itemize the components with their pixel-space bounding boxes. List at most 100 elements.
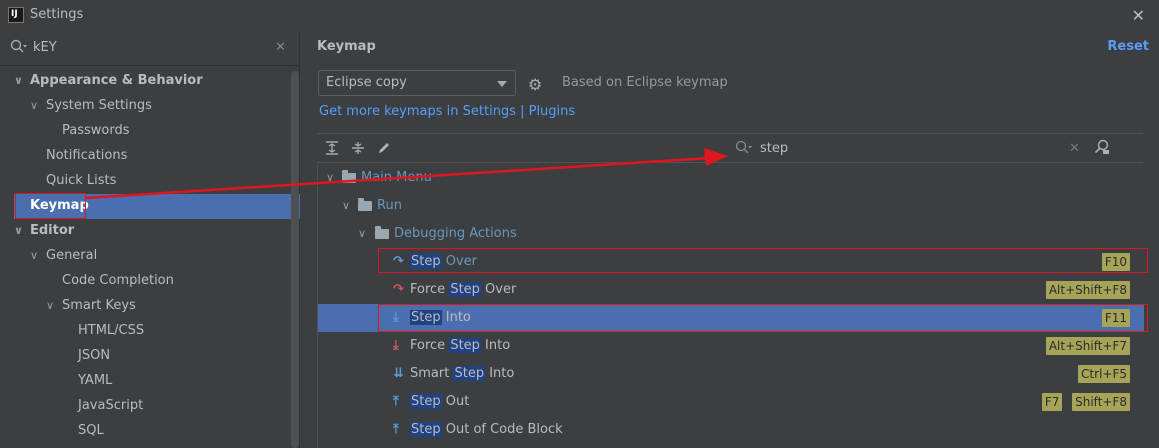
sidebar-item-javascript[interactable]: JavaScript (62, 393, 143, 418)
shortcut-badge: Alt+Shift+F8 (1045, 281, 1130, 299)
sidebar-item-passwords[interactable]: Passwords (46, 118, 130, 143)
sidebar-item-editor[interactable]: ∨ Editor (14, 218, 74, 243)
step-out-icon: ⤒ (393, 394, 399, 409)
clear-search-icon[interactable]: ✕ (275, 40, 286, 55)
chevron-down-icon[interactable]: ∨ (30, 93, 46, 118)
shortcut-badge: F7 (1041, 393, 1063, 411)
folder-icon (342, 170, 356, 183)
sidebar-item-label: Smart Keys (62, 298, 136, 313)
title-bar: IJ Settings ✕ (0, 0, 1159, 31)
action-filter-input[interactable]: step (760, 141, 788, 156)
sidebar-item-system-settings[interactable]: ∨ System Settings (30, 93, 152, 118)
reset-link[interactable]: Reset (1107, 39, 1149, 54)
close-icon[interactable]: ✕ (1132, 6, 1145, 25)
annotation-box-step-over (378, 248, 1148, 273)
shortcut-badge: Shift+F8 (1072, 393, 1130, 411)
sidebar-item-label: JavaScript (78, 398, 144, 413)
find-by-shortcut-icon[interactable] (1094, 139, 1110, 159)
tree-label: Debugging Actions (394, 226, 517, 241)
sidebar-item-appearance-behavior[interactable]: ∨ Appearance & Behavior (14, 68, 203, 93)
action-row[interactable]: ⤓ Force Step Into Alt+Shift+F7 (318, 332, 1144, 360)
search-match-highlight: Step (449, 282, 481, 297)
tree-node-main-menu[interactable]: ∨ Main Menu (318, 164, 1144, 192)
sidebar-item-label: System Settings (46, 98, 152, 113)
keymap-select[interactable]: Eclipse copy (318, 70, 516, 96)
sidebar-item-json[interactable]: JSON (62, 343, 110, 368)
sidebar-item-code-completion[interactable]: Code Completion (46, 268, 174, 293)
settings-search[interactable]: kEY ✕ (0, 36, 300, 62)
annotation-box-step-into (378, 304, 1148, 332)
sidebar-item-label: YAML (78, 373, 113, 388)
chevron-down-icon[interactable]: ∨ (14, 218, 30, 243)
search-icon (735, 140, 753, 160)
search-match-highlight: Step (453, 366, 486, 381)
expand-all-icon[interactable] (325, 141, 339, 159)
action-label-suffix: Out of Code Block (441, 422, 563, 437)
tree-node-run[interactable]: ∨ Run (318, 192, 1144, 220)
chevron-down-icon: ∨ (358, 227, 367, 240)
folder-icon (358, 198, 372, 211)
search-match-highlight: Step (449, 338, 481, 353)
divider (0, 65, 300, 66)
action-filter[interactable]: step ✕ (733, 138, 1085, 160)
sidebar-item-html-css[interactable]: HTML/CSS (62, 318, 144, 343)
keymap-toolbar: step ✕ (317, 133, 1143, 163)
action-row[interactable]: ⇊ Smart Step Into Ctrl+F5 (318, 360, 1144, 388)
sidebar-item-label: Passwords (62, 123, 130, 138)
folder-icon (375, 226, 389, 239)
app-logo-icon: IJ (8, 7, 24, 23)
chevron-down-icon: ∨ (326, 171, 335, 184)
keymap-select-value: Eclipse copy (326, 75, 407, 90)
collapse-all-icon[interactable] (351, 141, 365, 159)
sidebar-item-label: General (46, 248, 98, 263)
sidebar-item-label: SQL (78, 423, 104, 438)
tree-label: Run (377, 198, 402, 213)
action-row[interactable]: ↷ Force Step Over Alt+Shift+F8 (318, 276, 1144, 304)
edit-pencil-icon[interactable] (377, 141, 391, 159)
sidebar-scrollbar[interactable] (291, 71, 299, 448)
sidebar-item-label: JSON (78, 348, 111, 363)
sidebar-item-sql[interactable]: SQL (62, 418, 104, 443)
action-label-prefix: Force (410, 282, 450, 297)
gear-icon[interactable]: ⚙ (528, 75, 542, 94)
smart-step-into-icon: ⇊ (393, 366, 404, 381)
shortcut-badge: Alt+Shift+F7 (1045, 337, 1130, 355)
sidebar-item-label: Appearance & Behavior (30, 73, 203, 88)
force-step-into-icon: ⤓ (393, 338, 399, 353)
search-icon (10, 39, 28, 59)
chevron-down-icon[interactable]: ∨ (30, 243, 46, 268)
sidebar-item-general[interactable]: ∨ General (30, 243, 97, 268)
action-label-suffix: Into (480, 338, 511, 353)
chevron-down-icon[interactable]: ∨ (14, 68, 30, 93)
force-step-over-icon: ↷ (393, 282, 404, 297)
action-label: Force Step Over (410, 276, 516, 304)
action-label-prefix: Force (410, 338, 450, 353)
annotation-box-keymap (15, 193, 86, 219)
sidebar-item-label: Notifications (46, 148, 128, 163)
sidebar-item-yaml[interactable]: YAML (62, 368, 112, 393)
sidebar-item-label: Quick Lists (46, 173, 117, 188)
action-label-suffix: Into (485, 366, 515, 381)
settings-sidebar: kEY ✕ ∨ Appearance & Behavior ∨ System Sett… (0, 31, 300, 448)
search-match-highlight: Step (410, 394, 442, 409)
settings-search-input[interactable]: kEY (33, 40, 57, 55)
chevron-down-icon[interactable]: ∨ (46, 293, 62, 318)
sidebar-item-label: HTML/CSS (78, 323, 145, 338)
page-title: Keymap (317, 39, 376, 54)
sidebar-item-quick-lists[interactable]: Quick Lists (30, 168, 116, 193)
action-label: Smart Step Into (410, 360, 514, 388)
search-match-highlight: Step (410, 422, 442, 437)
action-label: Step Out (410, 388, 469, 416)
action-label-suffix: Over (480, 282, 517, 297)
action-row[interactable]: ⤒ Step Out Shift+F8 F7 (318, 388, 1144, 416)
tree-node-debugging-actions[interactable]: ∨ Debugging Actions (318, 220, 1144, 248)
sidebar-item-notifications[interactable]: Notifications (30, 143, 127, 168)
clear-filter-icon[interactable]: ✕ (1069, 141, 1080, 156)
tree-label: Main Menu (361, 170, 432, 185)
action-label-suffix: Out (441, 394, 470, 409)
sidebar-item-smart-keys[interactable]: ∨ Smart Keys (46, 293, 136, 318)
chevron-down-icon (497, 81, 507, 87)
sidebar-item-label: Editor (30, 223, 75, 238)
action-row[interactable]: ⤒ Step Out of Code Block (318, 416, 1144, 444)
get-more-keymaps-link[interactable]: Get more keymaps in Settings | Plugins (319, 104, 575, 119)
